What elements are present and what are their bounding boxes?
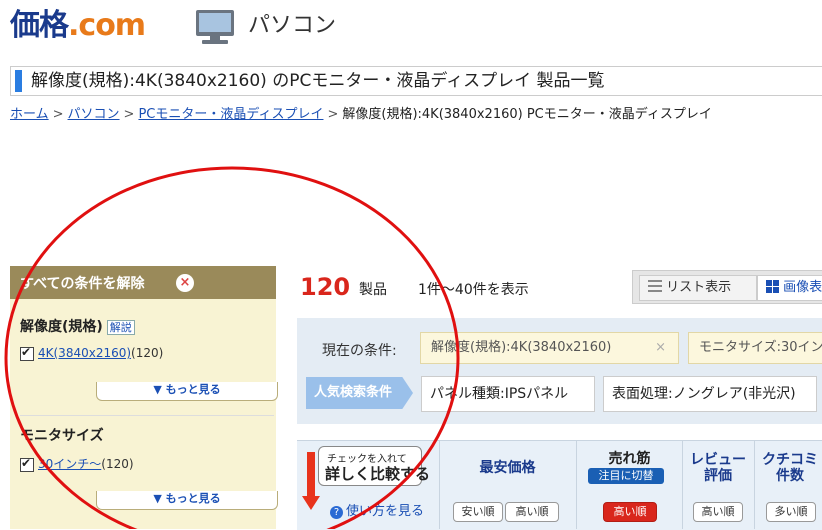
resolution-filter: 解像度(規格) 解説 (20, 316, 135, 336)
compare-button[interactable]: チェックを入れて 詳しく比較する (318, 446, 430, 486)
breadcrumb-current: 解像度(規格):4K(3840x2160) PCモニター・液晶ディスプレイ (342, 107, 712, 122)
page-title: 解像度(規格):4K(3840x2160) のPCモニター・液晶ディスプレイ 製… (31, 71, 605, 91)
breadcrumb-separator: > (123, 107, 135, 122)
breadcrumb-monitor[interactable]: PCモニター・液晶ディスプレイ (138, 107, 323, 122)
current-conditions-label: 現在の条件: (322, 343, 397, 359)
sort-kuchikomi-button[interactable]: 多い順 (766, 502, 816, 522)
size-more-button[interactable]: ▼ もっと見る (96, 491, 278, 510)
result-range: 1件～40件を表示 (418, 282, 529, 298)
category-name[interactable]: パソコン (248, 10, 336, 42)
checkbox-checked-icon[interactable] (20, 456, 34, 472)
sort-price-cheap-button[interactable]: 安い順 (453, 502, 503, 522)
condition-tag: 解像度(規格):4K(3840x2160) × (420, 332, 679, 364)
breadcrumb-home[interactable]: ホーム (10, 107, 49, 122)
kuchikomi-header: クチコミ 件数 (755, 452, 822, 484)
best-seller-header: 売れ筋 (608, 451, 651, 467)
breadcrumb-pc[interactable]: パソコン (68, 107, 120, 122)
image-view-button[interactable]: 画像表 (757, 275, 822, 301)
clear-all-label: すべての条件を解除 (20, 276, 145, 292)
attention-toggle-button[interactable]: 注目に切替 (588, 468, 664, 484)
column-divider (439, 441, 440, 529)
image-view-label: 画像表 (783, 280, 822, 295)
popular-conditions-label: 人気検索条件 (306, 377, 413, 409)
result-count: 120 (300, 273, 351, 301)
grid-view-icon (766, 280, 779, 293)
remove-condition-icon[interactable]: × (655, 333, 666, 363)
filter-divider (20, 415, 274, 416)
resolution-option-count: (120) (131, 346, 164, 360)
howto-label: 使い方を見る (346, 504, 425, 519)
sort-price-expensive-button[interactable]: 高い順 (505, 502, 559, 522)
popular-tag-nonglare[interactable]: 表面処理:ノングレア(非光沢) (603, 376, 817, 412)
breadcrumb-separator: > (327, 107, 339, 122)
size-filter-option[interactable]: 30インチ～(120) (20, 455, 134, 472)
review-header: レビュー 評価 (683, 452, 753, 484)
logo-kanji: 価格 (10, 8, 69, 43)
kuchikomi-line2: 件数 (776, 468, 804, 484)
title-accent (15, 70, 22, 92)
logo-dot: . (68, 8, 79, 43)
result-count-unit: 製品 (359, 282, 387, 298)
howto-link[interactable]: ? 使い方を見る (330, 500, 424, 519)
review-line1: レビュー (690, 452, 746, 468)
resolution-option-label[interactable]: 4K(3840x2160) (38, 346, 131, 360)
resolution-filter-title: 解像度(規格) (20, 319, 103, 335)
size-option-label[interactable]: 30インチ～ (38, 457, 101, 471)
review-line2: 評価 (704, 468, 732, 484)
pc-monitor-icon (196, 10, 234, 44)
list-view-label: リスト表示 (666, 280, 732, 295)
breadcrumb-separator: > (52, 107, 64, 122)
condition-tag-label: 解像度(規格):4K(3840x2160) (431, 340, 612, 355)
kakaku-logo[interactable]: 価格.com (10, 6, 146, 46)
checkbox-checked-icon[interactable] (20, 345, 34, 361)
condition-tag: モニタサイズ:30イン (688, 332, 822, 364)
size-filter-title: モニタサイズ (20, 428, 104, 444)
clear-all-filters-button[interactable]: すべての条件を解除 × (10, 266, 276, 299)
lowest-price-header: 最安価格 (479, 460, 536, 476)
resolution-more-button[interactable]: ▼ もっと見る (96, 382, 278, 401)
help-link[interactable]: 解説 (106, 320, 135, 335)
view-toggle: リスト表示 画像表 (632, 270, 822, 304)
sort-popular-button[interactable]: 高い順 (603, 502, 657, 522)
resolution-filter-option[interactable]: 4K(3840x2160)(120) (20, 345, 164, 361)
compare-line2: 詳しく比較する (325, 465, 431, 483)
help-icon: ? (330, 506, 343, 519)
size-option-count: (120) (101, 457, 134, 471)
logo-com: com (78, 8, 146, 43)
list-view-icon (648, 280, 662, 292)
condition-tag-label: モニタサイズ:30イン (699, 340, 822, 355)
size-filter: モニタサイズ (20, 425, 104, 445)
page-title-bar: 解像度(規格):4K(3840x2160) のPCモニター・液晶ディスプレイ 製… (10, 66, 822, 96)
clear-icon[interactable]: × (176, 274, 194, 292)
popular-tag-ips[interactable]: パネル種類:IPSパネル (421, 376, 595, 412)
sort-review-button[interactable]: 高い順 (693, 502, 743, 522)
kuchikomi-line1: クチコミ (762, 452, 818, 468)
breadcrumb: ホーム > パソコン > PCモニター・液晶ディスプレイ > 解像度(規格):4K(3840… (10, 105, 712, 125)
list-view-button[interactable]: リスト表示 (639, 275, 757, 301)
